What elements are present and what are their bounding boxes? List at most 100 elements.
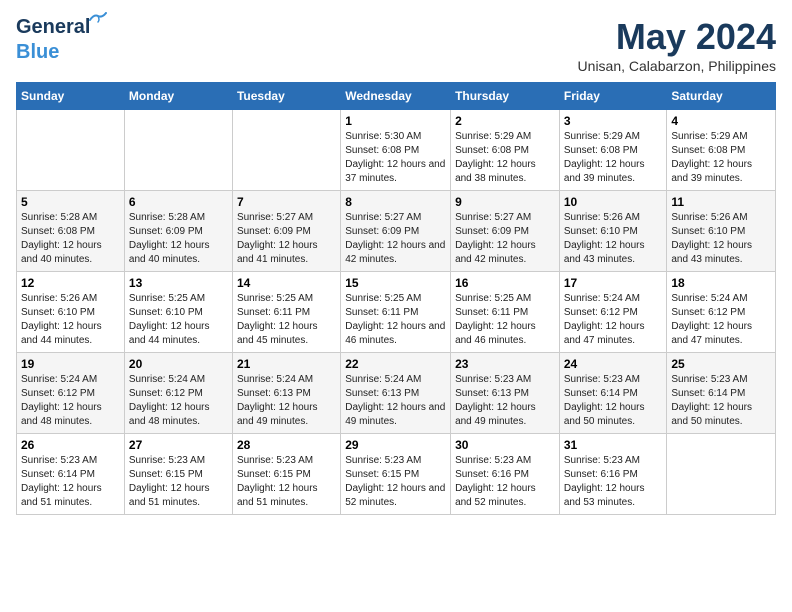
calendar-cell: 10 Sunrise: 5:26 AMSunset: 6:10 PMDayligh… bbox=[559, 191, 667, 272]
calendar-cell: 31 Sunrise: 5:23 AMSunset: 6:16 PMDayligh… bbox=[559, 434, 667, 515]
calendar-cell: 28 Sunrise: 5:23 AMSunset: 6:15 PMDayligh… bbox=[232, 434, 340, 515]
calendar-cell bbox=[17, 110, 125, 191]
day-number: 15 bbox=[345, 276, 446, 290]
calendar-cell bbox=[232, 110, 340, 191]
day-number: 21 bbox=[237, 357, 336, 371]
day-info: Sunrise: 5:26 AMSunset: 6:10 PMDaylight:… bbox=[21, 292, 120, 348]
day-info: Sunrise: 5:29 AMSunset: 6:08 PMDaylight:… bbox=[671, 130, 771, 186]
calendar-cell: 29 Sunrise: 5:23 AMSunset: 6:15 PMDayligh… bbox=[341, 434, 451, 515]
calendar-cell: 30Sunrise: 5:23 AMSunset: 6:16 PMDayligh… bbox=[451, 434, 560, 515]
calendar-cell: 22 Sunrise: 5:24 AMSunset: 6:13 PMDayligh… bbox=[341, 353, 451, 434]
day-number: 10 bbox=[564, 195, 663, 209]
day-info: Sunrise: 5:24 AMSunset: 6:13 PMDaylight:… bbox=[345, 373, 446, 429]
calendar-cell: 14 Sunrise: 5:25 AMSunset: 6:11 PMDayligh… bbox=[232, 272, 340, 353]
day-info: Sunrise: 5:24 AMSunset: 6:13 PMDaylight:… bbox=[237, 373, 336, 429]
day-info: Sunrise: 5:23 AMSunset: 6:13 PMDaylight:… bbox=[455, 373, 555, 429]
day-number: 23 bbox=[455, 357, 555, 371]
calendar-cell: 7Sunrise: 5:27 AMSunset: 6:09 PMDaylight… bbox=[232, 191, 340, 272]
calendar-cell: 4Sunrise: 5:29 AMSunset: 6:08 PMDaylight… bbox=[667, 110, 776, 191]
weekday-header: Sunday bbox=[17, 83, 125, 110]
logo-blue: Blue bbox=[16, 41, 59, 63]
calendar-cell: 15 Sunrise: 5:25 AMSunset: 6:11 PMDayligh… bbox=[341, 272, 451, 353]
month-title: May 2024 bbox=[578, 16, 776, 58]
day-info: Sunrise: 5:25 AMSunset: 6:11 PMDaylight:… bbox=[237, 292, 336, 348]
day-info: Sunrise: 5:23 AMSunset: 6:15 PMDaylight:… bbox=[237, 454, 336, 510]
weekday-header: Saturday bbox=[667, 83, 776, 110]
day-number: 8 bbox=[345, 195, 446, 209]
calendar-week-row: 12Sunrise: 5:26 AMSunset: 6:10 PMDayligh… bbox=[17, 272, 776, 353]
calendar-cell: 23 Sunrise: 5:23 AMSunset: 6:13 PMDayligh… bbox=[451, 353, 560, 434]
day-number: 26 bbox=[21, 438, 120, 452]
calendar-header-row: SundayMondayTuesdayWednesdayThursdayFrid… bbox=[17, 83, 776, 110]
weekday-header: Monday bbox=[124, 83, 232, 110]
day-info: Sunrise: 5:23 AMSunset: 6:15 PMDaylight:… bbox=[345, 454, 446, 510]
day-number: 11 bbox=[671, 195, 771, 209]
day-info: Sunrise: 5:30 AMSunset: 6:08 PMDaylight:… bbox=[345, 130, 446, 186]
day-info: Sunrise: 5:25 AMSunset: 6:11 PMDaylight:… bbox=[345, 292, 446, 348]
day-number: 22 bbox=[345, 357, 446, 371]
day-info: Sunrise: 5:26 AMSunset: 6:10 PMDaylight:… bbox=[564, 211, 663, 267]
day-number: 1 bbox=[345, 114, 446, 128]
calendar-cell: 3 Sunrise: 5:29 AMSunset: 6:08 PMDaylight… bbox=[559, 110, 667, 191]
calendar-cell: 25 Sunrise: 5:23 AMSunset: 6:14 PMDayligh… bbox=[667, 353, 776, 434]
day-info: Sunrise: 5:23 AMSunset: 6:16 PMDaylight:… bbox=[455, 454, 555, 510]
day-number: 3 bbox=[564, 114, 663, 128]
calendar-cell: 2Sunrise: 5:29 AMSunset: 6:08 PMDaylight… bbox=[451, 110, 560, 191]
day-info: Sunrise: 5:23 AMSunset: 6:16 PMDaylight:… bbox=[564, 454, 663, 510]
calendar-cell: 19 Sunrise: 5:24 AMSunset: 6:12 PMDayligh… bbox=[17, 353, 125, 434]
day-info: Sunrise: 5:28 AMSunset: 6:08 PMDaylight:… bbox=[21, 211, 120, 267]
calendar-cell: 18Sunrise: 5:24 AMSunset: 6:12 PMDayligh… bbox=[667, 272, 776, 353]
day-info: Sunrise: 5:25 AMSunset: 6:10 PMDaylight:… bbox=[129, 292, 228, 348]
calendar-week-row: 26 Sunrise: 5:23 AMSunset: 6:14 PMDayligh… bbox=[17, 434, 776, 515]
calendar-cell bbox=[667, 434, 776, 515]
logo-bird-icon bbox=[88, 12, 108, 26]
day-info: Sunrise: 5:25 AMSunset: 6:11 PMDaylight:… bbox=[455, 292, 555, 348]
calendar-cell: 16Sunrise: 5:25 AMSunset: 6:11 PMDayligh… bbox=[451, 272, 560, 353]
day-number: 14 bbox=[237, 276, 336, 290]
calendar-cell: 20Sunrise: 5:24 AMSunset: 6:12 PMDayligh… bbox=[124, 353, 232, 434]
day-info: Sunrise: 5:24 AMSunset: 6:12 PMDaylight:… bbox=[564, 292, 663, 348]
day-info: Sunrise: 5:26 AMSunset: 6:10 PMDaylight:… bbox=[671, 211, 771, 267]
calendar-cell: 12Sunrise: 5:26 AMSunset: 6:10 PMDayligh… bbox=[17, 272, 125, 353]
weekday-header: Friday bbox=[559, 83, 667, 110]
day-info: Sunrise: 5:27 AMSunset: 6:09 PMDaylight:… bbox=[455, 211, 555, 267]
day-number: 19 bbox=[21, 357, 120, 371]
calendar-cell: 1 Sunrise: 5:30 AMSunset: 6:08 PMDaylight… bbox=[341, 110, 451, 191]
calendar-cell: 6Sunrise: 5:28 AMSunset: 6:09 PMDaylight… bbox=[124, 191, 232, 272]
day-number: 25 bbox=[671, 357, 771, 371]
calendar-week-row: 19 Sunrise: 5:24 AMSunset: 6:12 PMDayligh… bbox=[17, 353, 776, 434]
day-number: 5 bbox=[21, 195, 120, 209]
logo-general: General bbox=[16, 16, 90, 38]
calendar-cell: 11 Sunrise: 5:26 AMSunset: 6:10 PMDayligh… bbox=[667, 191, 776, 272]
day-number: 31 bbox=[564, 438, 663, 452]
day-number: 18 bbox=[671, 276, 771, 290]
day-info: Sunrise: 5:29 AMSunset: 6:08 PMDaylight:… bbox=[564, 130, 663, 186]
day-info: Sunrise: 5:24 AMSunset: 6:12 PMDaylight:… bbox=[21, 373, 120, 429]
calendar-table: SundayMondayTuesdayWednesdayThursdayFrid… bbox=[16, 82, 776, 515]
calendar-cell: 26 Sunrise: 5:23 AMSunset: 6:14 PMDayligh… bbox=[17, 434, 125, 515]
calendar-body: 1 Sunrise: 5:30 AMSunset: 6:08 PMDaylight… bbox=[17, 110, 776, 515]
day-number: 9 bbox=[455, 195, 555, 209]
day-number: 20 bbox=[129, 357, 228, 371]
weekday-header: Thursday bbox=[451, 83, 560, 110]
calendar-cell: 8Sunrise: 5:27 AMSunset: 6:09 PMDaylight… bbox=[341, 191, 451, 272]
calendar-cell: 13 Sunrise: 5:25 AMSunset: 6:10 PMDayligh… bbox=[124, 272, 232, 353]
day-info: Sunrise: 5:29 AMSunset: 6:08 PMDaylight:… bbox=[455, 130, 555, 186]
calendar-week-row: 5 Sunrise: 5:28 AMSunset: 6:08 PMDaylight… bbox=[17, 191, 776, 272]
day-info: Sunrise: 5:23 AMSunset: 6:14 PMDaylight:… bbox=[671, 373, 771, 429]
calendar-cell: 24Sunrise: 5:23 AMSunset: 6:14 PMDayligh… bbox=[559, 353, 667, 434]
calendar-cell: 5 Sunrise: 5:28 AMSunset: 6:08 PMDaylight… bbox=[17, 191, 125, 272]
day-info: Sunrise: 5:23 AMSunset: 6:14 PMDaylight:… bbox=[21, 454, 120, 510]
day-number: 24 bbox=[564, 357, 663, 371]
day-number: 7 bbox=[237, 195, 336, 209]
day-number: 17 bbox=[564, 276, 663, 290]
day-number: 28 bbox=[237, 438, 336, 452]
weekday-header: Wednesday bbox=[341, 83, 451, 110]
day-number: 13 bbox=[129, 276, 228, 290]
calendar-cell bbox=[124, 110, 232, 191]
logo: General Blue bbox=[16, 16, 90, 64]
day-info: Sunrise: 5:28 AMSunset: 6:09 PMDaylight:… bbox=[129, 211, 228, 267]
day-info: Sunrise: 5:23 AMSunset: 6:15 PMDaylight:… bbox=[129, 454, 228, 510]
weekday-header: Tuesday bbox=[232, 83, 340, 110]
day-number: 29 bbox=[345, 438, 446, 452]
